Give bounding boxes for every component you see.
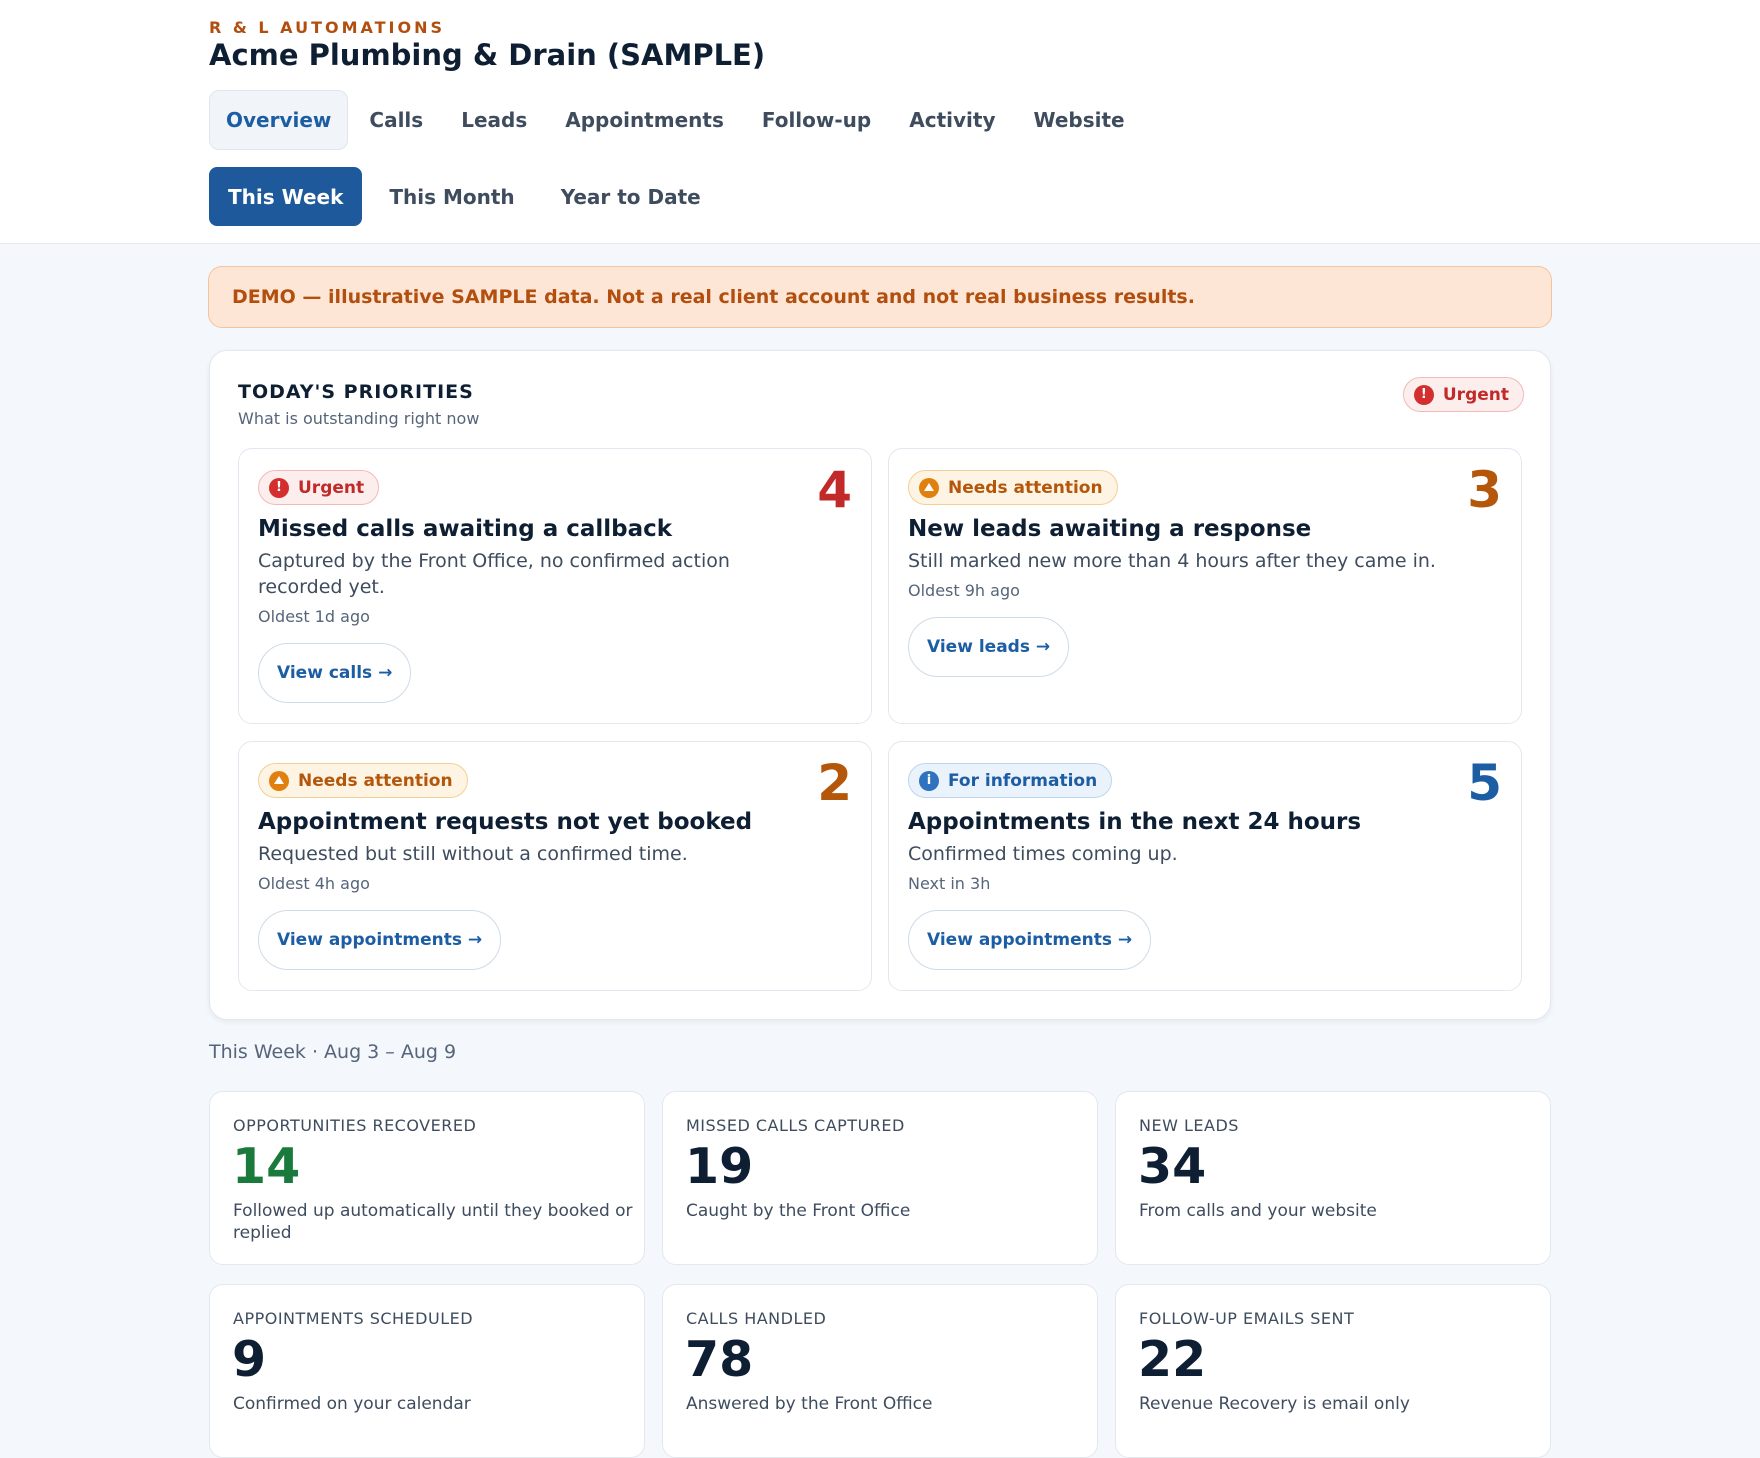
badge-label: Urgent: [1442, 384, 1509, 405]
priority-card-upcoming-appointments: i For information 5 Appointments in the …: [888, 741, 1522, 991]
status-badge: Needs attention: [908, 470, 1118, 505]
stat-value: 34: [1138, 1138, 1207, 1195]
stat-value: 9: [232, 1331, 267, 1388]
priority-card-missed-calls: ! Urgent 4 Missed calls awaiting a callb…: [238, 448, 872, 724]
tab-leads[interactable]: Leads: [442, 90, 546, 150]
stat-description: Caught by the Front Office: [686, 1201, 911, 1221]
priority-count: 5: [1467, 754, 1502, 812]
period-label: This Week · Aug 3 – Aug 9: [209, 1041, 457, 1063]
date-range-selector: This Week This Month Year to Date: [209, 167, 728, 226]
priority-description: Captured by the Front Office, no confirm…: [258, 550, 730, 598]
stat-value: 19: [685, 1138, 754, 1195]
tab-follow-up[interactable]: Follow-up: [743, 90, 890, 150]
priority-card-new-leads: Needs attention 3 New leads awaiting a r…: [888, 448, 1522, 724]
priority-meta: Oldest 1d ago: [258, 607, 370, 626]
stat-label: NEW LEADS: [1139, 1116, 1239, 1135]
view-calls-button[interactable]: View calls →: [258, 643, 412, 703]
stat-value: 78: [685, 1331, 754, 1388]
stat-card-opportunities-recovered: OPPORTUNITIES RECOVERED 14 Followed up a…: [209, 1091, 645, 1265]
app-header: R & L AUTOMATIONS Acme Plumbing & Drain …: [0, 0, 1760, 244]
priorities-status-badge: ! Urgent: [1402, 377, 1524, 412]
tab-overview[interactable]: Overview: [209, 90, 349, 150]
stat-description: Answered by the Front Office: [686, 1394, 933, 1414]
badge-label: Needs attention: [948, 477, 1103, 498]
stat-description: Confirmed on your calendar: [233, 1394, 471, 1414]
view-appointments-button[interactable]: View appointments →: [258, 910, 502, 970]
priority-title: Appointment requests not yet booked: [258, 809, 753, 835]
range-this-month-button[interactable]: This Month: [370, 167, 533, 226]
badge-label: Needs attention: [298, 770, 453, 791]
priority-meta: Oldest 4h ago: [258, 874, 370, 893]
badge-label: Urgent: [298, 477, 365, 498]
tab-appointments[interactable]: Appointments: [546, 90, 743, 150]
status-badge: i For information: [908, 763, 1113, 798]
stat-card-calls-handled: CALLS HANDLED 78 Answered by the Front O…: [662, 1284, 1098, 1458]
exclamation-circle-icon: !: [269, 477, 289, 498]
stat-description: From calls and your website: [1139, 1201, 1377, 1221]
priority-description: Confirmed times coming up.: [908, 843, 1178, 865]
view-appointments-button[interactable]: View appointments →: [908, 910, 1152, 970]
stat-label: MISSED CALLS CAPTURED: [686, 1116, 905, 1135]
demo-banner: DEMO — illustrative SAMPLE data. Not a r…: [208, 266, 1552, 328]
tab-calls[interactable]: Calls: [350, 90, 442, 150]
priority-title: Missed calls awaiting a callback: [258, 516, 673, 542]
stat-value: 22: [1138, 1331, 1207, 1388]
stat-description: Revenue Recovery is email only: [1139, 1394, 1410, 1414]
priority-meta: Oldest 9h ago: [908, 581, 1020, 600]
exclamation-circle-icon: !: [1413, 384, 1434, 405]
client-name: Acme Plumbing & Drain (SAMPLE): [209, 38, 766, 72]
priority-title: Appointments in the next 24 hours: [908, 809, 1362, 835]
stat-card-appointments-scheduled: APPOINTMENTS SCHEDULED 9 Confirmed on yo…: [209, 1284, 645, 1458]
range-this-week-button[interactable]: This Week: [209, 167, 363, 226]
priority-card-appointment-requests: Needs attention 2 Appointment requests n…: [238, 741, 872, 991]
stat-label: CALLS HANDLED: [686, 1309, 827, 1328]
stat-description: Followed up automatically until they boo…: [233, 1201, 633, 1243]
stat-label: APPOINTMENTS SCHEDULED: [233, 1309, 474, 1328]
range-year-to-date-button[interactable]: Year to Date: [542, 167, 720, 226]
warning-triangle-icon: [919, 477, 939, 498]
priorities-subtitle: What is outstanding right now: [238, 409, 480, 428]
status-badge: Needs attention: [258, 763, 468, 798]
stat-label: FOLLOW-UP EMAILS SENT: [1139, 1309, 1355, 1328]
priority-count: 4: [817, 461, 852, 519]
priority-meta: Next in 3h: [908, 874, 991, 893]
priority-description: Still marked new more than 4 hours after…: [908, 550, 1436, 572]
stat-card-missed-calls-captured: MISSED CALLS CAPTURED 19 Caught by the F…: [662, 1091, 1098, 1265]
view-leads-button[interactable]: View leads →: [908, 617, 1070, 677]
info-circle-icon: i: [919, 770, 939, 791]
stat-value: 14: [232, 1138, 301, 1195]
brand-name: R & L AUTOMATIONS: [209, 18, 446, 37]
stat-label: OPPORTUNITIES RECOVERED: [233, 1116, 477, 1135]
warning-triangle-icon: [269, 770, 289, 791]
priority-count: 2: [817, 754, 852, 812]
main-tabs: Overview Calls Leads Appointments Follow…: [209, 90, 1144, 150]
tab-website[interactable]: Website: [1014, 90, 1143, 150]
stat-card-new-leads: NEW LEADS 34 From calls and your website: [1115, 1091, 1551, 1265]
status-badge: ! Urgent: [258, 470, 380, 505]
tab-activity[interactable]: Activity: [890, 90, 1014, 150]
priorities-title: TODAY'S PRIORITIES: [238, 381, 474, 403]
badge-label: For information: [948, 770, 1098, 791]
stat-card-follow-up-emails-sent: FOLLOW-UP EMAILS SENT 22 Revenue Recover…: [1115, 1284, 1551, 1458]
priority-title: New leads awaiting a response: [908, 516, 1312, 542]
priorities-panel: TODAY'S PRIORITIES What is outstanding r…: [209, 350, 1551, 1020]
priority-count: 3: [1467, 461, 1502, 519]
priority-description: Requested but still without a confirmed …: [258, 843, 688, 865]
